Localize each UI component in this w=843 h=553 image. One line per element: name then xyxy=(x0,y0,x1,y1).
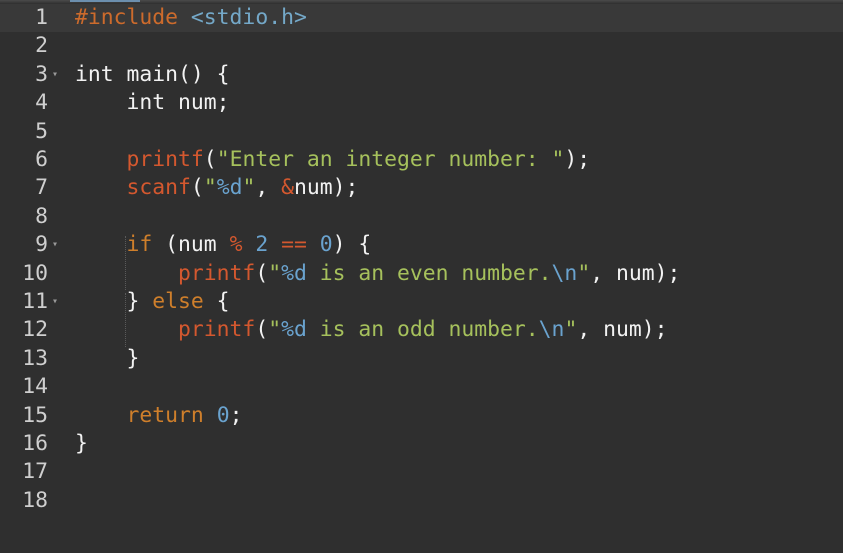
code-token: , num); xyxy=(590,260,681,286)
code-editor[interactable]: 1 2 3 4 5 6 7 8 9 10 11 12 13 14 15 16 17 18 ▾ ▾ ▾ #include … xyxy=(0,0,843,553)
code-token: } xyxy=(75,289,153,314)
code-token: 0 xyxy=(216,402,230,428)
code-token: printf xyxy=(178,317,256,343)
code-token: { xyxy=(203,289,230,314)
code-token: %d xyxy=(281,260,307,286)
code-token: num); xyxy=(294,175,359,201)
code-token: ( xyxy=(255,260,269,286)
code-line: printf("%d is an odd number.\n", num); xyxy=(75,316,667,344)
code-token: int xyxy=(75,61,114,87)
line-number: 13 xyxy=(22,345,48,371)
code-token: == xyxy=(281,232,307,258)
code-token: " xyxy=(203,175,217,201)
code-token: ( xyxy=(255,317,269,343)
line-number: 17 xyxy=(22,459,48,485)
code-token: , num); xyxy=(577,317,668,343)
editor-tab-accent xyxy=(70,0,140,2)
line-number: 14 xyxy=(22,374,48,400)
code-token: ); xyxy=(564,147,591,172)
code-token: ; xyxy=(229,402,243,428)
line-number: 7 xyxy=(35,175,48,201)
code-token: <stdio.h> xyxy=(190,5,307,30)
code-token: scanf xyxy=(126,175,191,201)
code-token: if xyxy=(126,232,153,258)
fold-toggle-icon[interactable]: ▾ xyxy=(52,297,62,307)
fold-toggle-icon[interactable]: ▾ xyxy=(52,69,62,80)
code-token: " xyxy=(577,260,591,286)
line-number: 6 xyxy=(35,147,48,172)
code-token: is an odd number. xyxy=(306,317,539,343)
code-line: } xyxy=(75,430,88,458)
code-token: \n xyxy=(551,260,578,286)
code-token: (num xyxy=(152,232,230,258)
line-number: 2 xyxy=(35,33,48,59)
line-number: 9 xyxy=(35,232,48,258)
code-token: 2 xyxy=(255,232,269,258)
code-line: printf("%d is an even number.\n", num); xyxy=(75,260,680,288)
line-number: 11 xyxy=(22,289,48,314)
code-line: printf("Enter an integer number: "); xyxy=(75,146,591,174)
code-line: int num; xyxy=(75,89,230,117)
code-token: 0 xyxy=(319,232,333,258)
code-line: int main() { xyxy=(75,61,230,89)
line-number: 5 xyxy=(35,118,48,144)
code-token: " xyxy=(268,317,282,343)
code-token: printf xyxy=(126,147,204,172)
code-text-area[interactable]: #include <stdio.h> int main() { int num; … xyxy=(67,4,843,553)
fold-toggle-icon[interactable]: ▾ xyxy=(52,240,62,250)
code-line: if (num % 2 == 0) { xyxy=(75,231,372,259)
code-token: printf xyxy=(178,260,256,286)
code-token: %d xyxy=(281,317,307,343)
code-token: %d xyxy=(216,175,243,201)
code-token: % xyxy=(229,232,243,258)
code-token: else xyxy=(152,289,204,314)
code-token: , xyxy=(255,175,282,201)
code-token: \n xyxy=(538,317,565,343)
code-token: } xyxy=(75,431,88,456)
code-token: return xyxy=(126,402,204,428)
code-line: #include <stdio.h> xyxy=(75,4,307,32)
code-token: ) { xyxy=(332,232,372,258)
line-number: 18 xyxy=(22,487,48,513)
line-number: 15 xyxy=(22,402,48,428)
code-token: " xyxy=(564,317,578,343)
code-token: int num; xyxy=(75,90,230,116)
line-number: 16 xyxy=(22,431,48,456)
code-token: "Enter an integer number: " xyxy=(216,147,565,172)
code-line: } else { xyxy=(75,288,230,316)
line-number: 1 xyxy=(35,5,48,30)
code-token: ( xyxy=(203,147,217,172)
line-number: 12 xyxy=(22,317,48,343)
line-number: 10 xyxy=(22,260,48,286)
code-line: scanf("%d", &num); xyxy=(75,174,359,202)
code-token: " xyxy=(268,260,282,286)
line-number: 8 xyxy=(35,203,48,229)
line-number-gutter: 1 2 3 4 5 6 7 8 9 10 11 12 13 14 15 16 17 18 ▾ ▾ ▾ xyxy=(0,4,67,553)
code-token: " xyxy=(242,175,256,201)
code-line: return 0; xyxy=(75,402,243,430)
code-token: #include xyxy=(75,5,179,30)
code-token: is an even number. xyxy=(306,260,552,286)
code-line: } xyxy=(75,345,140,373)
code-token: main() { xyxy=(113,61,230,87)
code-token: & xyxy=(281,175,295,201)
code-token: } xyxy=(75,345,140,371)
line-number: 3 xyxy=(35,61,48,87)
line-number: 4 xyxy=(35,90,48,116)
code-token: ( xyxy=(190,175,204,201)
